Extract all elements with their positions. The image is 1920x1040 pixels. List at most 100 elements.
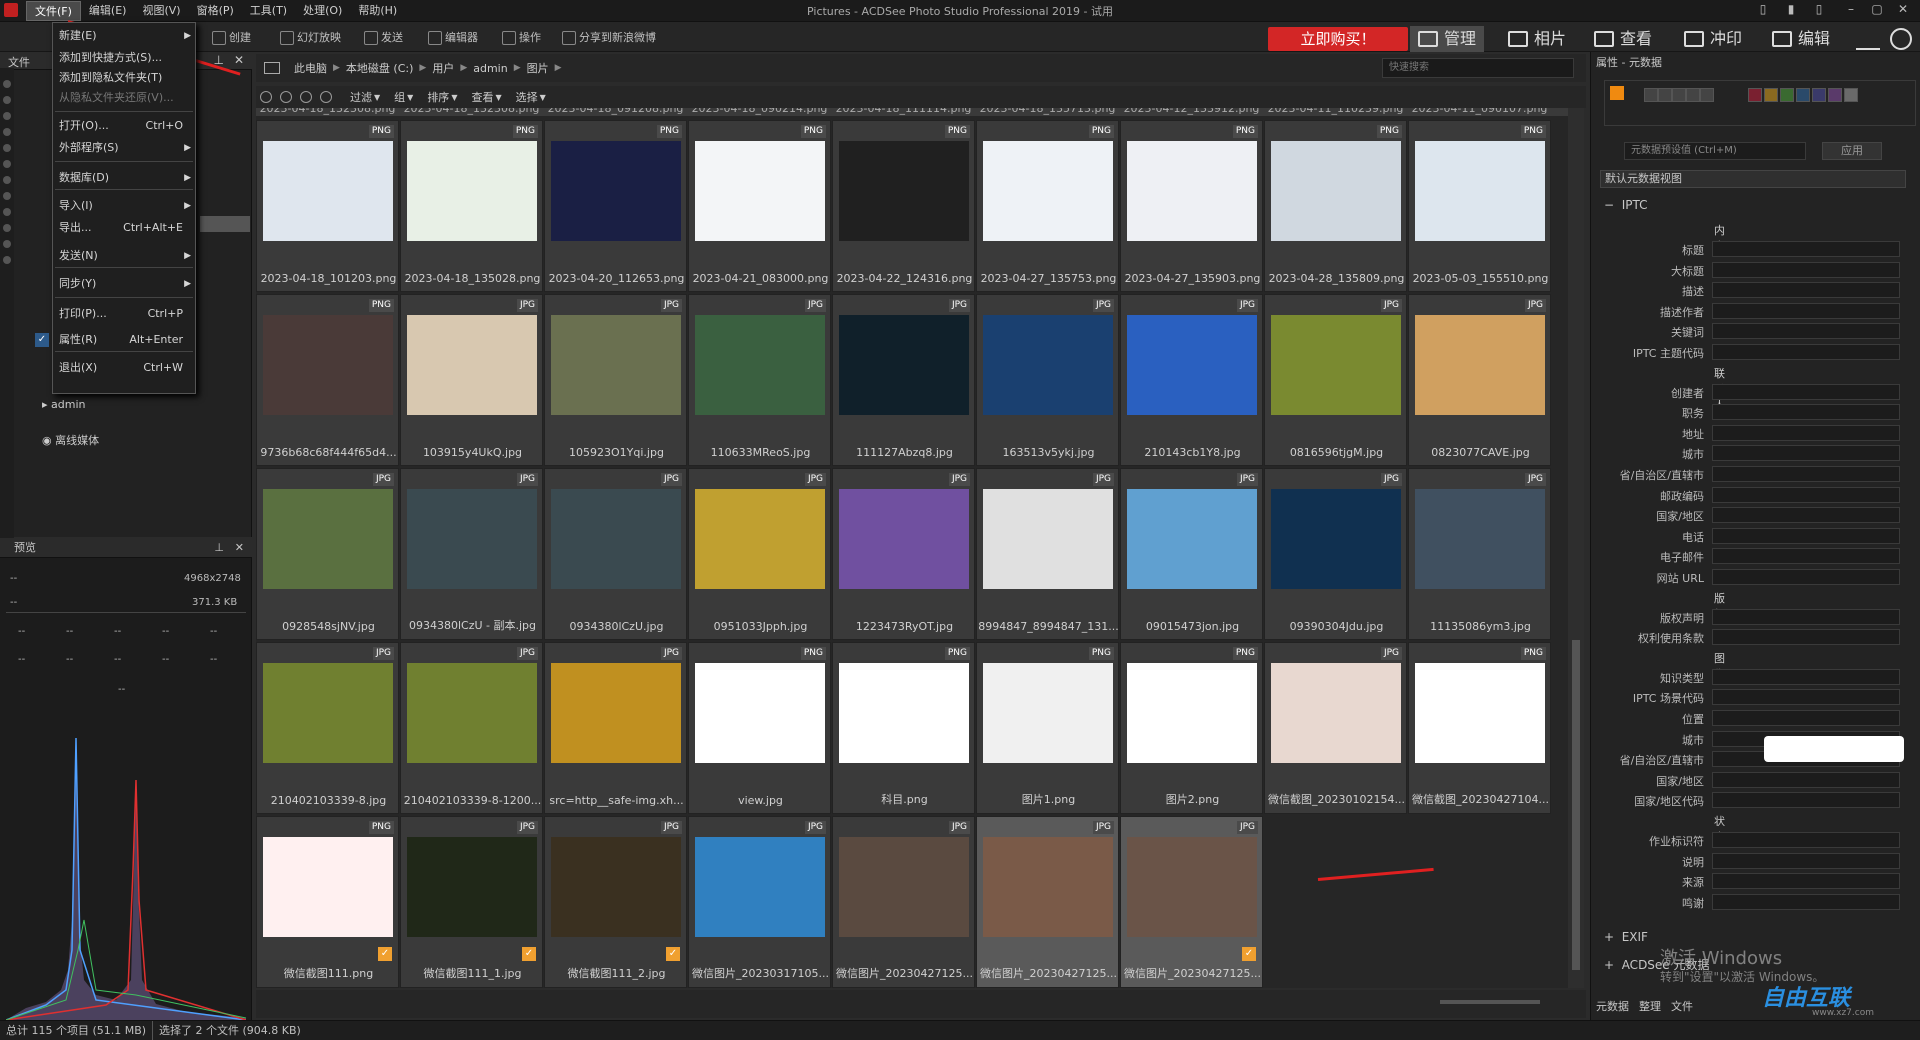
thumbnail-item[interactable]: PNG 微信截图111.png ✓ — [256, 816, 399, 988]
file-menu-item[interactable]: 退出(X) Ctrl+W — [53, 357, 195, 379]
thumbnail-item[interactable]: PNG 2023-05-03_155510.png — [1408, 120, 1551, 292]
editor-button[interactable]: 编辑器 — [428, 29, 478, 47]
file-menu-item[interactable]: 同步(Y) ▶ — [53, 273, 195, 295]
strip-icon[interactable] — [3, 112, 11, 120]
file-menu-item[interactable]: 从隐私文件夹还原(V)... — [53, 87, 195, 109]
metadata-field-input[interactable] — [1712, 344, 1900, 360]
forward-icon[interactable] — [300, 91, 312, 103]
up-icon[interactable] — [320, 91, 332, 103]
file-menu-item[interactable]: 发送(N) ▶ — [53, 245, 195, 267]
file-menu-item[interactable]: 添加到隐私文件夹(T) — [53, 67, 195, 89]
thumbnail-item[interactable]: PNG 微信截图_20230427104... — [1408, 642, 1551, 814]
send-button[interactable]: 发送 — [364, 29, 403, 47]
thumbnail-item[interactable]: JPG 微信图片_20230427125... — [976, 816, 1119, 988]
rating-box[interactable] — [1686, 88, 1700, 102]
breadcrumb-item[interactable]: 图片 — [527, 60, 549, 76]
file-menu-item[interactable]: 数据库(D) ▶ — [53, 167, 195, 189]
filter-0[interactable]: 过滤 — [350, 89, 372, 105]
label-color-orange[interactable] — [1610, 86, 1624, 100]
share-weibo-button[interactable]: 分享到新浪微博 — [562, 29, 656, 47]
metadata-field-input[interactable] — [1712, 832, 1900, 848]
breadcrumb-item[interactable]: 此电脑 — [294, 60, 327, 76]
thumbnail-item[interactable]: PNG 2023-04-27_135753.png — [976, 120, 1119, 292]
filter-2[interactable]: 排序 — [427, 89, 449, 105]
color-label[interactable] — [1748, 88, 1762, 102]
metadata-view-select[interactable]: 默认元数据视图 — [1600, 170, 1906, 188]
metadata-field-input[interactable] — [1712, 507, 1900, 524]
metadata-field-input[interactable] — [1712, 404, 1900, 421]
mode-manage[interactable]: 管理 — [1410, 26, 1485, 52]
metadata-field-input[interactable] — [1712, 466, 1900, 482]
rating-box[interactable] — [1644, 88, 1658, 102]
exif-section[interactable]: + EXIF — [1604, 930, 1648, 944]
file-menu-item[interactable]: 导出... Ctrl+Alt+E — [53, 217, 195, 239]
menu-item-5[interactable]: 处理(O) — [295, 1, 350, 21]
thumbnail-item[interactable]: JPG 105923O1Yqi.jpg — [544, 294, 687, 466]
thumbnail-item[interactable]: JPG 0934380lCzU.jpg — [544, 468, 687, 640]
mode-view[interactable]: 查看 — [1586, 26, 1660, 52]
thumbnail-item[interactable]: PNG 2023-04-22_124316.png — [832, 120, 975, 292]
mode-edit[interactable]: 编辑 — [1764, 26, 1838, 52]
color-label[interactable] — [1764, 88, 1778, 102]
thumbnail-item[interactable]: PNG 科目.png — [832, 642, 975, 814]
right-tab-0[interactable]: 元数据 — [1596, 998, 1629, 1014]
layout-icon[interactable]: ▯ — [1752, 2, 1774, 20]
filter-1[interactable]: 组 — [394, 89, 405, 105]
actions-button[interactable]: 操作 — [502, 29, 541, 47]
slideshow-button[interactable]: 幻灯放映 — [280, 29, 341, 47]
menu-item-4[interactable]: 工具(T) — [242, 1, 295, 21]
maximize-button[interactable]: ▢ — [1866, 2, 1888, 20]
thumbnail-item[interactable]: JPG 0934380lCzU - 副本.jpg — [400, 468, 543, 640]
strip-icon[interactable] — [3, 144, 11, 152]
right-tab-2[interactable]: 文件 — [1671, 998, 1693, 1014]
buy-now-button[interactable]: 立即购买！ — [1268, 27, 1408, 51]
thumbnail-item[interactable]: JPG 8994847_8994847_131... — [976, 468, 1119, 640]
checkbox-icon[interactable]: ✓ — [378, 947, 392, 961]
thumbnail-item[interactable]: JPG 110633MReoS.jpg — [688, 294, 831, 466]
strip-icon[interactable] — [3, 208, 11, 216]
menu-item-2[interactable]: 视图(V) — [134, 1, 188, 21]
thumbnail-item[interactable]: JPG 0951033Jpph.jpg — [688, 468, 831, 640]
checkbox-icon[interactable]: ✓ — [522, 947, 536, 961]
metadata-field-input[interactable] — [1712, 302, 1900, 319]
thumbnail-item[interactable]: PNG view.jpg — [688, 642, 831, 814]
file-menu-item[interactable]: 打开(O)... Ctrl+O — [53, 115, 195, 137]
rating-box[interactable] — [1700, 88, 1714, 102]
metadata-preset-select[interactable]: 元数据预设值 (Ctrl+M) — [1624, 142, 1806, 160]
color-label[interactable] — [1844, 88, 1858, 102]
mode-develop[interactable]: 冲印 — [1676, 26, 1750, 52]
thumbnail-item[interactable]: JPG 0816596tjgM.jpg — [1264, 294, 1407, 466]
file-menu-item[interactable]: 导入(I) ▶ — [53, 195, 195, 217]
thumbnail-item[interactable]: PNG 2023-04-20_112653.png — [544, 120, 687, 292]
strip-icon[interactable] — [3, 160, 11, 168]
thumbnail-item[interactable]: JPG 1223473RyOT.jpg — [832, 468, 975, 640]
thumbnail-item[interactable]: JPG 0823077CAVE.jpg — [1408, 294, 1551, 466]
rating-box[interactable] — [1658, 88, 1672, 102]
metadata-field-input[interactable] — [1712, 445, 1900, 462]
iptc-section[interactable]: − IPTC — [1604, 198, 1647, 212]
metadata-field-input[interactable] — [1712, 261, 1900, 278]
menu-item-0[interactable]: 文件(F) — [26, 1, 81, 21]
thumbnail-item[interactable]: JPG 微信截图111_1.jpg ✓ — [400, 816, 543, 988]
thumbnail-item[interactable]: JPG 11135086ym3.jpg — [1408, 468, 1551, 640]
metadata-field-input[interactable] — [1712, 893, 1900, 910]
metadata-field-input[interactable] — [1712, 241, 1900, 257]
thumbnail-item[interactable]: JPG 210143cb1Y8.jpg — [1120, 294, 1263, 466]
scrollbar-thumb[interactable] — [1572, 640, 1580, 970]
zoom-slider[interactable] — [1440, 1000, 1540, 1004]
minimize-button[interactable]: – — [1840, 2, 1862, 20]
checkbox-icon[interactable]: ✓ — [666, 947, 680, 961]
metadata-field-input[interactable] — [1712, 792, 1900, 809]
thumbnail-item[interactable]: JPG 微信截图_20230102154... — [1264, 642, 1407, 814]
thumbnail-item[interactable]: JPG 103915y4UkQ.jpg — [400, 294, 543, 466]
strip-icon[interactable] — [3, 176, 11, 184]
rating-box[interactable] — [1672, 88, 1686, 102]
file-menu-item[interactable]: 打印(P)... Ctrl+P — [53, 303, 195, 325]
thumbnail-item[interactable]: JPG 微信图片_20230427125... ✓ — [1120, 816, 1263, 988]
menu-item-6[interactable]: 帮助(H) — [350, 1, 405, 21]
metadata-field-input[interactable] — [1712, 323, 1900, 340]
metadata-field-input[interactable] — [1712, 852, 1900, 869]
metadata-field-input[interactable] — [1712, 569, 1900, 585]
filter-3[interactable]: 查看 — [471, 89, 493, 105]
close-icon[interactable]: ✕ — [234, 53, 244, 67]
